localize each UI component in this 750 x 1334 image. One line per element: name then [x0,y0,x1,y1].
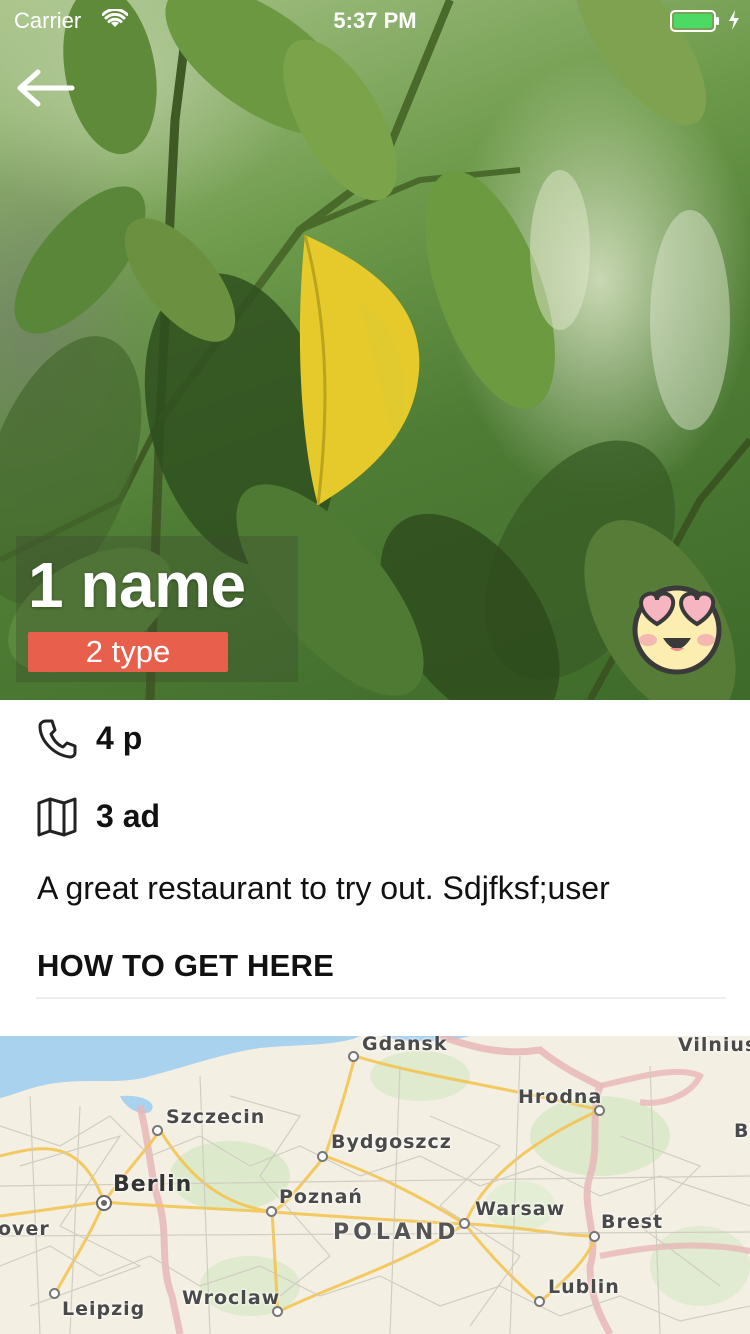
city-label-lublin: Lublin [548,1276,620,1298]
city-dot [49,1288,60,1299]
city-label-hanover: over [0,1218,50,1240]
back-button[interactable] [14,66,78,110]
city-label-b: B [734,1120,750,1142]
city-label-gdansk: Gdansk [362,1036,448,1055]
city-dot [534,1296,545,1307]
city-dot [266,1206,277,1217]
city-label-leipzig: Leipzig [62,1298,146,1320]
phone-icon [38,719,77,759]
city-dot [589,1231,600,1242]
description-text: A great restaurant to try out. Sdjfksf;u… [37,870,610,906]
phone-number: 4 p [96,719,143,756]
country-label-poland: POLAND [333,1220,460,1245]
city-dot [317,1151,328,1162]
city-label-bydgoszcz: Bydgoszcz [331,1131,452,1153]
city-dot [459,1218,470,1229]
address-text: 3 ad [96,797,161,834]
address-row[interactable]: 3 ad [36,794,160,838]
city-label-warsaw: Warsaw [475,1198,566,1220]
place-name: 1 name [28,549,246,621]
battery-icon [670,10,719,32]
city-label-poznan: Poznań [279,1186,363,1208]
city-label-vilnius: Vilnius [678,1036,750,1056]
heart-eyes-emoji-icon [632,585,722,675]
city-label-brest: Brest [601,1211,664,1233]
map-icon [37,797,77,837]
city-label-hrodna: Hrodna [518,1086,603,1108]
arrow-left-icon [17,69,75,107]
status-time: 5:37 PM [333,8,417,33]
capital-dot [96,1195,112,1211]
status-bar: Carrier 5:37 PM [0,0,750,40]
directions-heading: HOW TO GET HERE [37,948,334,983]
section-divider [36,997,726,999]
city-dot [348,1051,359,1062]
map-view[interactable]: Gdansk Vilnius Hrodna Szczecin Bydgoszcz… [0,1036,750,1334]
charging-bolt-icon [729,10,739,30]
reaction-button[interactable] [626,580,728,676]
city-label-berlin: Berlin [113,1172,193,1197]
city-label-szczecin: Szczecin [166,1106,266,1128]
city-label-wroclaw: Wroclaw [182,1287,281,1309]
type-badge: 2 type [28,632,228,672]
phone-row[interactable]: 4 p [36,716,142,760]
city-dot [152,1125,163,1136]
